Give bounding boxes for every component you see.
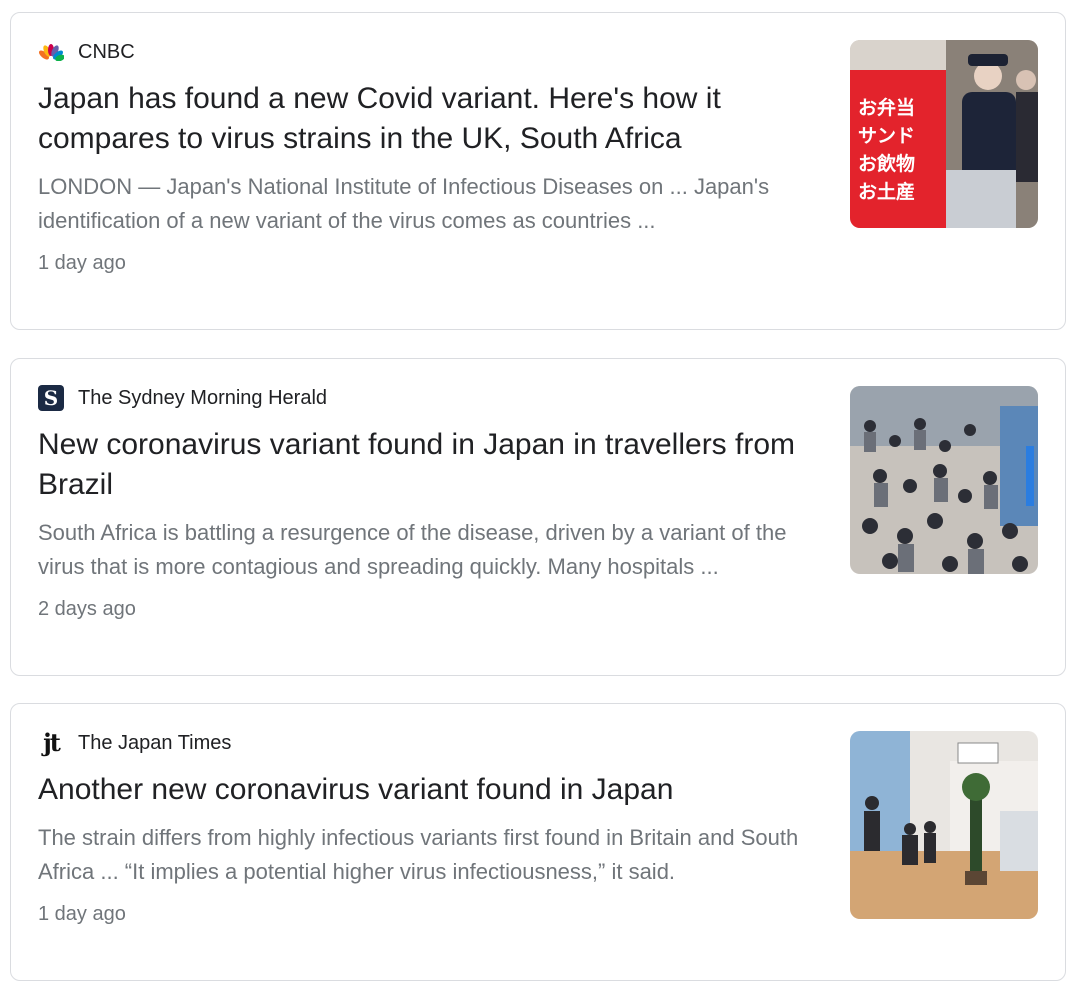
snippet: The strain differs from highly infectiou… xyxy=(38,825,799,884)
source-name[interactable]: The Sydney Morning Herald xyxy=(78,387,327,410)
news-card[interactable]: CNBC Japan has found a new Covid variant… xyxy=(10,12,1066,330)
headline-link[interactable]: New coronavirus variant found in Japan i… xyxy=(38,425,828,505)
sign-text: お土産 xyxy=(858,180,915,203)
timestamp: 1 day ago xyxy=(38,903,126,925)
sign-text: お弁当 xyxy=(858,96,915,119)
headline-link[interactable]: Another new coronavirus variant found in… xyxy=(38,770,828,810)
sign-text: サンド xyxy=(858,125,915,147)
timestamp: 1 day ago xyxy=(38,252,126,274)
snippet: LONDON — Japan's National Institute of I… xyxy=(38,174,770,233)
news-card-content: S The Sydney Morning Herald New coronavi… xyxy=(38,385,828,622)
sign-text: お飲物 xyxy=(858,152,915,175)
news-source: CNBC xyxy=(38,39,828,65)
smh-s-icon: S xyxy=(38,385,64,411)
news-feed: CNBC Japan has found a new Covid variant… xyxy=(0,0,1080,993)
news-source: jt The Japan Times xyxy=(38,730,828,756)
news-card[interactable]: S The Sydney Morning Herald New coronavi… xyxy=(10,358,1066,676)
snippet: South Africa is battling a resurgence of… xyxy=(38,520,787,579)
news-card-content: jt The Japan Times Another new coronavir… xyxy=(38,730,828,927)
news-card[interactable]: jt The Japan Times Another new coronavir… xyxy=(10,703,1066,981)
thumbnail-image[interactable] xyxy=(850,731,1038,919)
jt-icon: jt xyxy=(43,728,61,757)
thumbnail-image[interactable] xyxy=(850,386,1038,574)
news-source: S The Sydney Morning Herald xyxy=(38,385,828,411)
timestamp: 2 days ago xyxy=(38,598,136,620)
thumbnail-image[interactable]: お弁当 サンド お飲物 お土産 xyxy=(850,40,1038,228)
headline-link[interactable]: Japan has found a new Covid variant. Her… xyxy=(38,79,828,159)
cnbc-peacock-icon xyxy=(38,39,64,65)
news-card-content: CNBC Japan has found a new Covid variant… xyxy=(38,39,828,276)
source-name[interactable]: CNBC xyxy=(78,41,135,64)
source-name[interactable]: The Japan Times xyxy=(78,732,231,755)
